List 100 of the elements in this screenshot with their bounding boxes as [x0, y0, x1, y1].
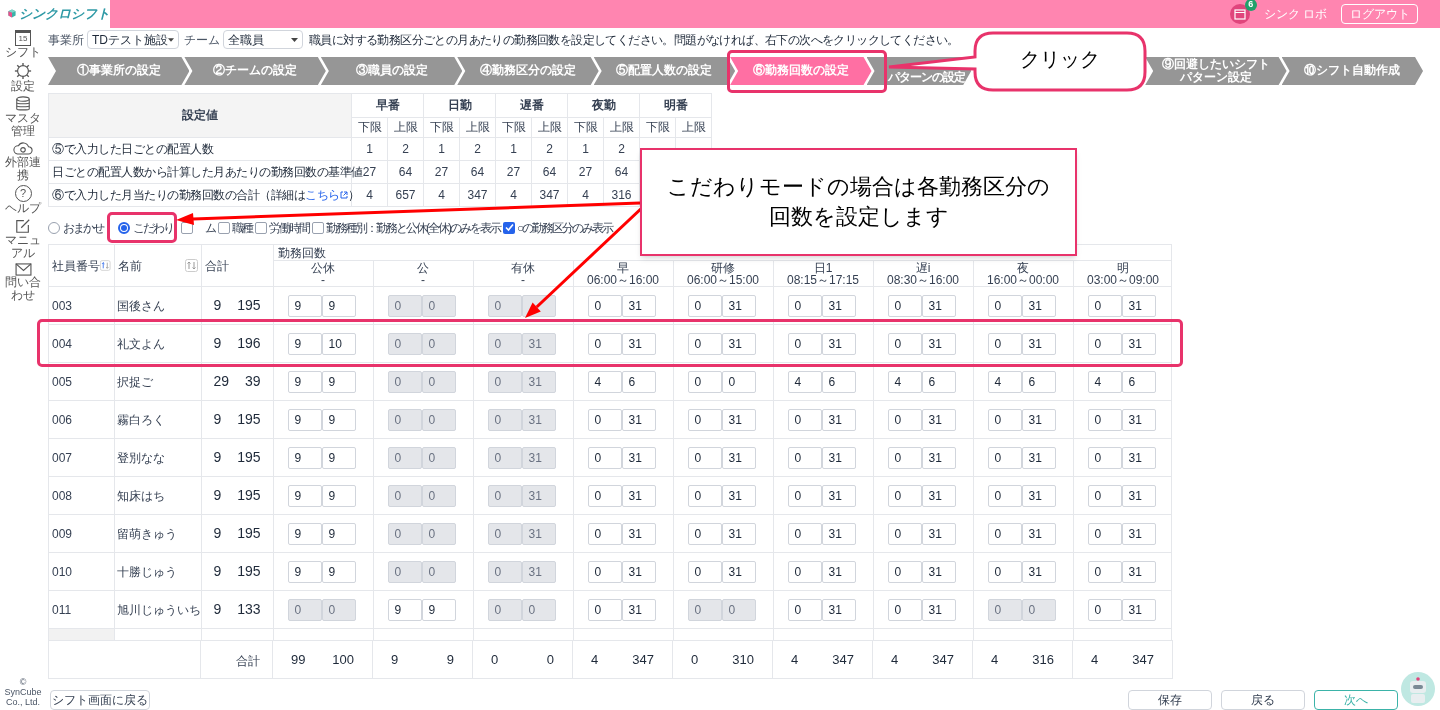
number-field[interactable]: 0 [587, 484, 622, 507]
number-field[interactable]: 0 [987, 332, 1022, 355]
number-field[interactable]: 0 [687, 370, 722, 393]
number-field[interactable]: 31 [1121, 522, 1156, 545]
number-field[interactable]: 0 [587, 446, 622, 469]
number-field[interactable]: 31 [821, 332, 856, 355]
number-field[interactable]: 31 [921, 408, 956, 431]
number-field[interactable]: 0 [1087, 294, 1122, 317]
number-field[interactable]: 0 [1087, 408, 1122, 431]
number-field[interactable]: 31 [1121, 332, 1156, 355]
number-field[interactable]: 0 [687, 294, 722, 317]
link[interactable]: こちら [305, 187, 340, 202]
number-field[interactable]: 9 [321, 370, 356, 393]
number-field[interactable]: 0 [787, 560, 822, 583]
number-field[interactable]: 0 [787, 446, 822, 469]
database-icon[interactable] [15, 96, 31, 112]
number-field[interactable]: 31 [921, 484, 956, 507]
number-field[interactable]: 9 [321, 408, 356, 431]
cloud-icon[interactable] [13, 141, 33, 156]
sidebar-label[interactable]: シフト [0, 46, 46, 59]
number-field[interactable]: 9 [287, 332, 322, 355]
number-field[interactable]: 0 [887, 560, 922, 583]
number-field[interactable]: 31 [721, 294, 756, 317]
number-field[interactable]: 9 [421, 598, 456, 621]
calendar-icon[interactable]: 15 [15, 30, 31, 46]
number-field[interactable]: 31 [621, 294, 656, 317]
number-field[interactable]: 6 [621, 370, 656, 393]
number-field[interactable]: 0 [687, 446, 722, 469]
number-field[interactable]: 31 [721, 522, 756, 545]
radio-button[interactable]: おまかせ [48, 218, 103, 237]
number-field[interactable]: 31 [621, 598, 656, 621]
number-field[interactable]: 31 [621, 446, 656, 469]
back-button[interactable]: シフト画面に戻る [50, 690, 150, 710]
number-field[interactable]: 0 [687, 484, 722, 507]
number-field[interactable]: 31 [1121, 446, 1156, 469]
number-field[interactable]: 0 [887, 332, 922, 355]
number-field[interactable]: 9 [287, 446, 322, 469]
number-field[interactable]: 31 [821, 408, 856, 431]
number-field[interactable]: 0 [1087, 484, 1122, 507]
number-field[interactable]: 31 [621, 408, 656, 431]
number-field[interactable]: 4 [887, 370, 922, 393]
number-field[interactable]: 9 [321, 484, 356, 507]
number-field[interactable]: 9 [321, 294, 356, 317]
number-field[interactable]: 31 [821, 446, 856, 469]
action-button[interactable]: 保存 [1128, 690, 1212, 710]
number-field[interactable]: 0 [587, 522, 622, 545]
number-field[interactable]: 9 [287, 560, 322, 583]
number-field[interactable]: 0 [587, 408, 622, 431]
number-field[interactable]: 31 [1121, 560, 1156, 583]
sidebar-label[interactable]: マスタ管理 [0, 112, 46, 138]
number-field[interactable]: 31 [621, 560, 656, 583]
number-field[interactable]: 31 [1121, 294, 1156, 317]
number-field[interactable]: 9 [287, 408, 322, 431]
number-field[interactable]: 31 [1021, 446, 1056, 469]
number-field[interactable]: 31 [1121, 408, 1156, 431]
number-field[interactable]: 31 [1021, 522, 1056, 545]
sidebar-label[interactable]: ヘルプ [0, 202, 46, 215]
number-field[interactable]: 0 [687, 408, 722, 431]
number-field[interactable]: 0 [887, 598, 922, 621]
number-field[interactable]: 4 [587, 370, 622, 393]
number-field[interactable]: 31 [721, 560, 756, 583]
number-field[interactable]: 4 [1087, 370, 1122, 393]
number-field[interactable]: 31 [1021, 408, 1056, 431]
number-field[interactable]: 0 [987, 294, 1022, 317]
sidebar-label[interactable]: 問い合わせ [0, 276, 46, 302]
number-field[interactable]: 6 [1021, 370, 1056, 393]
number-field[interactable]: 31 [1021, 560, 1056, 583]
number-field[interactable]: 31 [621, 484, 656, 507]
number-field[interactable]: 9 [287, 294, 322, 317]
number-field[interactable]: 9 [321, 522, 356, 545]
number-field[interactable]: 31 [721, 446, 756, 469]
number-field[interactable]: 0 [787, 522, 822, 545]
number-field[interactable]: 6 [921, 370, 956, 393]
number-field[interactable]: 0 [587, 294, 622, 317]
number-field[interactable]: 9 [287, 522, 322, 545]
number-field[interactable]: 0 [887, 446, 922, 469]
checkbox[interactable]: 職種 [218, 218, 252, 237]
number-field[interactable]: 0 [987, 522, 1022, 545]
dropdown[interactable]: 全職員 [223, 30, 303, 50]
number-field[interactable]: 0 [1087, 560, 1122, 583]
number-field[interactable]: 4 [987, 370, 1022, 393]
checkbox[interactable]: 勤務種別：勤務と公休(全休)のみを表示 [312, 218, 500, 237]
number-field[interactable]: 6 [1121, 370, 1156, 393]
number-field[interactable]: 31 [621, 332, 656, 355]
number-field[interactable]: 31 [821, 484, 856, 507]
number-field[interactable]: 0 [987, 560, 1022, 583]
checkbox[interactable]: 労働時間 [255, 218, 309, 237]
number-field[interactable]: 0 [687, 332, 722, 355]
robot-icon[interactable] [1401, 672, 1435, 706]
number-field[interactable]: 0 [587, 332, 622, 355]
calendar-button[interactable] [1229, 4, 1250, 24]
number-field[interactable]: 0 [587, 598, 622, 621]
number-field[interactable]: 31 [1021, 294, 1056, 317]
number-field[interactable]: 0 [887, 408, 922, 431]
number-field[interactable]: 0 [887, 294, 922, 317]
number-field[interactable]: 0 [787, 408, 822, 431]
number-field[interactable]: 0 [587, 560, 622, 583]
sidebar-label[interactable]: 設定 [0, 80, 46, 93]
number-field[interactable]: 31 [721, 332, 756, 355]
sidebar-label[interactable]: マニュアル [0, 234, 46, 260]
